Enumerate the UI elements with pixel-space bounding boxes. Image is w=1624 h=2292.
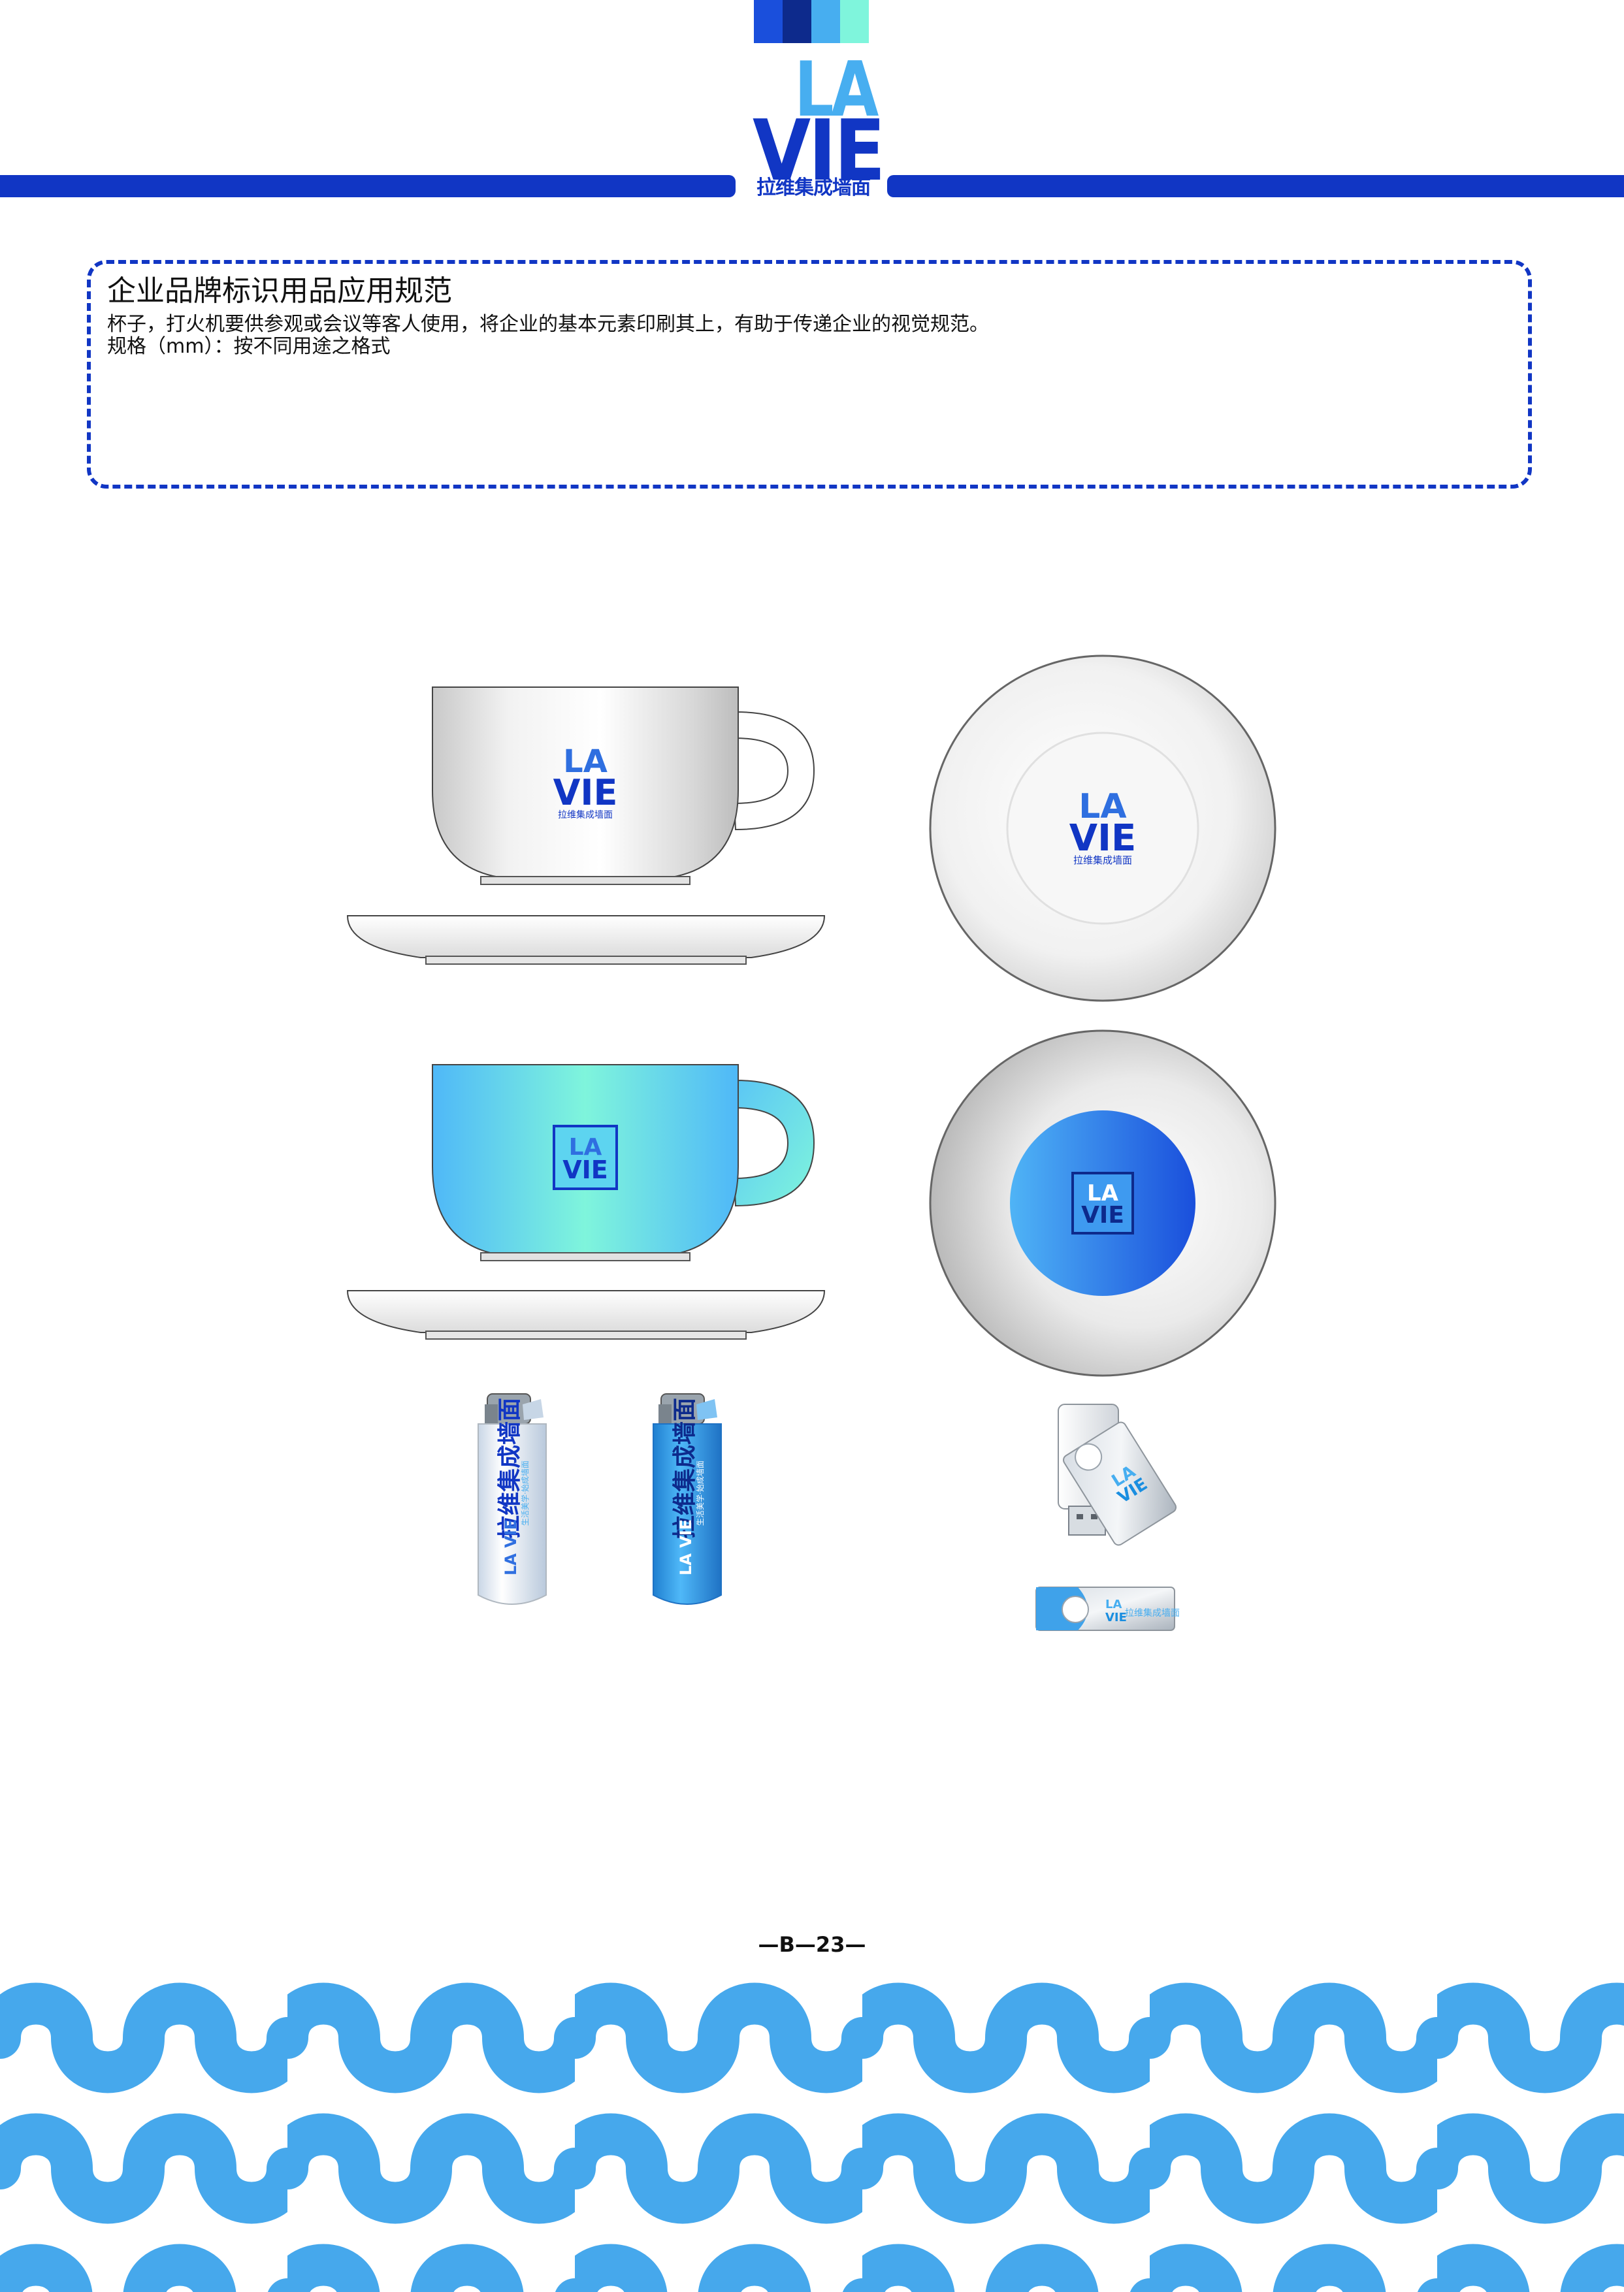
- white-saucer: [346, 915, 826, 965]
- svg-text:LA VIE: LA VIE: [677, 1519, 695, 1575]
- blue-lighter: 拉维集成墙面 生活美学·始成墙面 LA VIE: [653, 1393, 722, 1605]
- blue-lighter-text: 拉维集成墙面: [672, 1398, 698, 1539]
- svg-text:生活美学·始成墙面: 生活美学·始成墙面: [520, 1461, 530, 1526]
- page-number: —B—23—: [758, 1932, 866, 1957]
- svg-text:生活美学·始成墙面: 生活美学·始成墙面: [695, 1461, 705, 1526]
- svg-text:拉维集成墙面: 拉维集成墙面: [1125, 1607, 1180, 1619]
- svg-text:VIE: VIE: [562, 1155, 608, 1184]
- cyan-cup: LA VIE: [432, 1064, 815, 1261]
- white-plate: LA VIE 拉维集成墙面: [929, 654, 1276, 1002]
- svg-text:LA VIE: LA VIE: [502, 1519, 520, 1575]
- cup-logo-subtitle: 拉维集成墙面: [558, 809, 613, 820]
- white-lighter-text: 拉维集成墙面: [496, 1398, 523, 1539]
- svg-text:VIE: VIE: [1069, 817, 1136, 860]
- svg-text:拉维集成墙面: 拉维集成墙面: [1073, 854, 1132, 866]
- footer-wave-pattern: [0, 1973, 1624, 2292]
- svg-text:VIE: VIE: [1081, 1202, 1124, 1229]
- svg-text:VIE: VIE: [553, 772, 618, 813]
- usb-drive-open: LA VIE: [1058, 1404, 1177, 1546]
- usb-drive-closed: LA VIE 拉维集成墙面: [1035, 1587, 1180, 1631]
- svg-text:VIE: VIE: [1105, 1611, 1127, 1624]
- white-cup: LA VIE 拉维集成墙面: [432, 686, 815, 885]
- svg-text:LA: LA: [1105, 1598, 1122, 1611]
- cyan-saucer: [346, 1290, 826, 1340]
- blue-plate: LA VIE: [929, 1029, 1276, 1377]
- white-lighter: 拉维集成墙面 生活美学·始成墙面 LA VIE: [478, 1393, 547, 1605]
